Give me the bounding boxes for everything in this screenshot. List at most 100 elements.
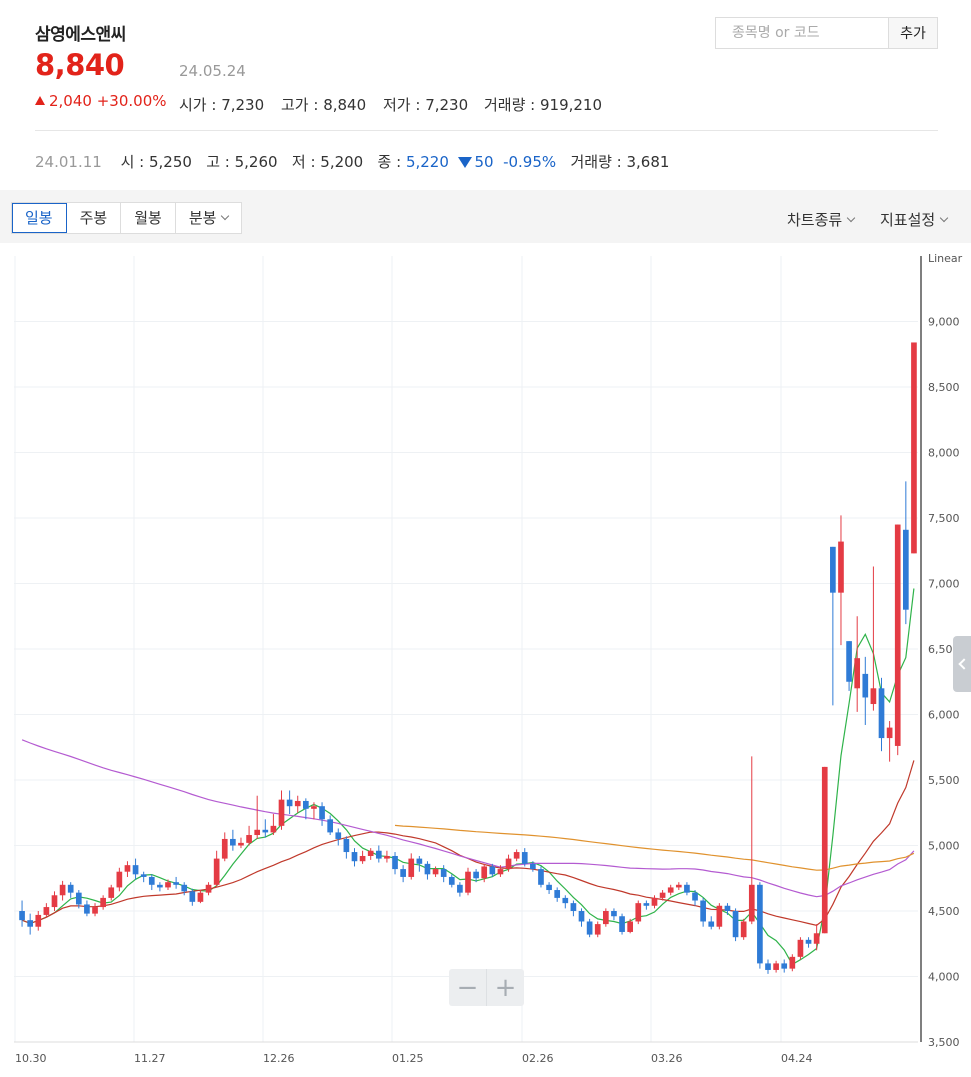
candle <box>230 829 236 851</box>
candle <box>554 887 561 902</box>
candle <box>748 756 755 925</box>
candle <box>894 524 901 756</box>
candle-body <box>627 921 633 932</box>
candle-body <box>578 911 585 922</box>
candle <box>303 798 309 820</box>
candle-body <box>797 939 804 957</box>
candle <box>708 916 715 930</box>
candle-body <box>100 897 106 908</box>
candle-body <box>75 892 82 905</box>
y-tick-label: 3,500 <box>928 1036 960 1049</box>
candle <box>521 848 528 867</box>
candle <box>586 918 593 938</box>
candle <box>319 802 325 826</box>
y-tick-label: 6,000 <box>928 709 960 722</box>
candle <box>562 895 569 909</box>
candle-body <box>643 903 650 906</box>
x-tick-label: 12.26 <box>263 1052 295 1065</box>
candle-body <box>513 852 520 859</box>
candle <box>797 937 804 960</box>
candle-body <box>748 884 755 922</box>
candle <box>92 903 98 917</box>
candle <box>100 895 106 910</box>
candle-body <box>530 863 536 870</box>
candle <box>254 795 261 839</box>
candle-body <box>367 850 374 856</box>
candle <box>278 790 285 830</box>
candle <box>603 908 609 927</box>
candle <box>546 882 552 894</box>
candle-body <box>821 766 828 934</box>
candle <box>424 861 431 880</box>
candle <box>911 342 917 554</box>
price-chart[interactable]: Linear 9,0008,5008,0007,5007,0006,5006,0… <box>0 0 971 1077</box>
side-panel-toggle[interactable] <box>953 636 971 692</box>
candle-body <box>132 865 139 875</box>
candle-body <box>148 876 155 885</box>
candle <box>375 845 382 863</box>
candle-body <box>189 891 196 902</box>
y-tick-label: 8,000 <box>928 447 960 460</box>
candle <box>238 837 244 849</box>
candle <box>740 918 747 940</box>
candle-body <box>359 855 366 862</box>
moving-averages <box>21 588 915 966</box>
candle-body <box>465 871 471 893</box>
candle-body <box>521 852 528 864</box>
candle-body <box>408 858 415 877</box>
candle <box>773 960 779 973</box>
chevron-left-icon <box>958 658 970 670</box>
candle <box>140 871 147 883</box>
x-tick-label: 04.24 <box>781 1052 813 1065</box>
candle <box>84 900 90 917</box>
candle-body <box>205 884 212 893</box>
candle-body <box>667 887 674 893</box>
candle-body <box>732 911 739 938</box>
candle <box>457 882 463 897</box>
candle <box>505 854 512 872</box>
candle-body <box>903 529 909 610</box>
candle <box>684 882 690 896</box>
candle-body <box>862 673 869 698</box>
candle-body <box>286 799 293 807</box>
candle-body <box>432 869 439 875</box>
candle-body <box>67 884 74 893</box>
candle-body <box>854 658 861 689</box>
candle <box>716 903 723 930</box>
candle-body <box>586 921 593 935</box>
candle-body <box>594 924 601 935</box>
candle-body <box>311 806 317 809</box>
candle-body <box>497 869 504 875</box>
candle-body <box>43 907 50 915</box>
candle <box>594 921 601 938</box>
candle-body <box>894 524 901 746</box>
candle-body <box>773 963 779 970</box>
zoom-out-button[interactable]: − <box>449 969 487 1006</box>
candle-body <box>781 963 788 969</box>
y-tick-label: 4,500 <box>928 905 960 918</box>
x-tick-label: 01.25 <box>392 1052 424 1065</box>
candle <box>148 874 155 891</box>
x-tick-label: 11.27 <box>134 1052 166 1065</box>
candle <box>384 850 390 863</box>
candle-body <box>343 838 350 853</box>
candle-body <box>108 887 115 898</box>
candle-body <box>554 890 561 898</box>
candle <box>465 867 471 896</box>
candle-body <box>294 800 301 807</box>
candle-body <box>351 852 358 862</box>
zoom-in-button[interactable]: + <box>487 969 524 1006</box>
candle <box>667 884 674 896</box>
candle-body <box>27 920 33 927</box>
candle-body <box>327 819 333 833</box>
zoom-control: − + <box>449 969 524 1006</box>
x-tick-label: 02.26 <box>522 1052 554 1065</box>
candle <box>294 795 301 813</box>
candle <box>124 861 131 877</box>
candle-body <box>116 871 123 888</box>
candle-body <box>546 884 552 891</box>
candle <box>886 721 893 762</box>
candle-body <box>757 884 763 964</box>
candle-body <box>254 829 261 836</box>
candle <box>19 900 25 927</box>
